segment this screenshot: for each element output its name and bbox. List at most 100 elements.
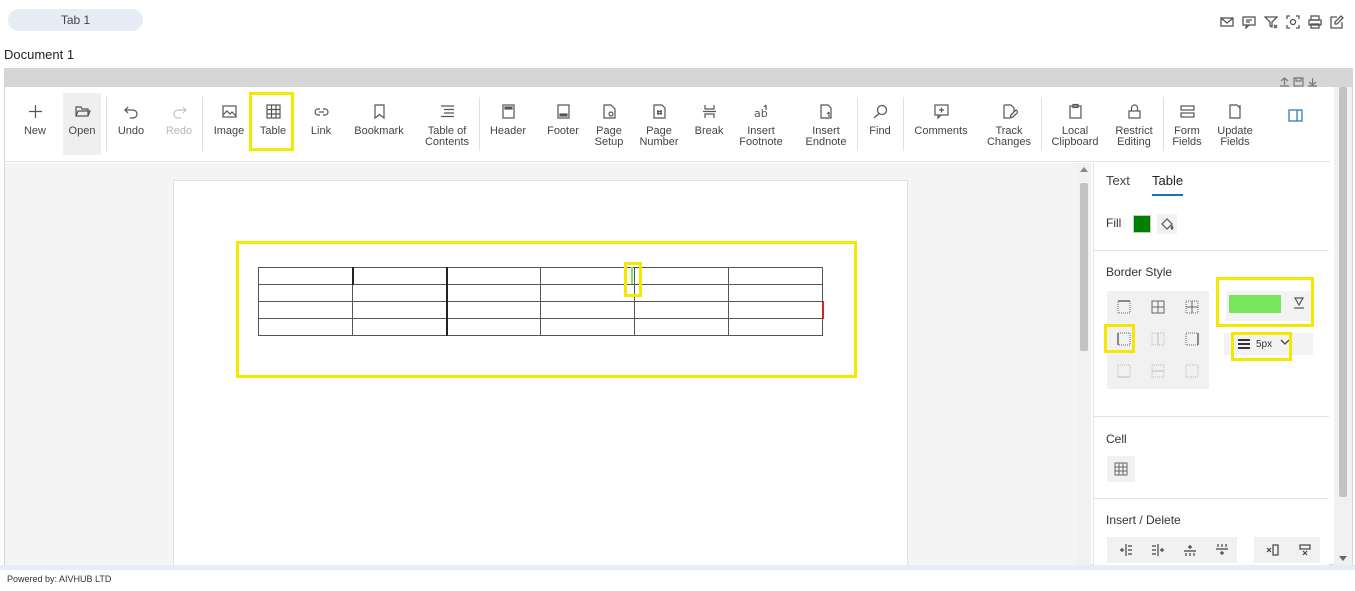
table-cell[interactable] [728, 301, 824, 319]
app-root: Tab 1 Document 1 New Open Undo Redo Imag… [0, 0, 1355, 591]
border-style-grid [1107, 291, 1209, 389]
table-cell[interactable] [352, 267, 448, 285]
table-button[interactable]: Table [255, 95, 291, 153]
properties-pane-toggle[interactable] [1283, 95, 1307, 153]
scrollbar-thumb[interactable] [1080, 183, 1088, 351]
table-cell[interactable] [446, 267, 541, 285]
undo-button[interactable]: Undo [113, 95, 149, 153]
scrollbar-thumb[interactable] [1339, 87, 1347, 497]
footer-button[interactable]: Footer [541, 95, 585, 153]
table-cell[interactable] [728, 284, 823, 302]
save-icon[interactable] [1293, 77, 1304, 87]
border-color-picker[interactable] [1226, 291, 1314, 321]
table-cell[interactable] [352, 301, 448, 319]
scroll-up-arrow-icon[interactable] [1080, 167, 1088, 172]
table-cell[interactable] [540, 267, 635, 285]
inside-horizontal-border-button[interactable] [1141, 355, 1175, 387]
all-borders-button[interactable] [1141, 291, 1175, 323]
filter-icon[interactable] [1263, 14, 1279, 30]
document-page[interactable] [173, 180, 908, 565]
insert-column-left-icon [1120, 544, 1132, 556]
print-icon[interactable] [1307, 14, 1323, 30]
table-cell[interactable] [352, 318, 448, 336]
fill-picker-button[interactable] [1157, 214, 1177, 234]
find-button[interactable]: Find [863, 95, 897, 153]
border-style-title: Border Style [1106, 265, 1173, 279]
table-cell[interactable] [446, 284, 541, 302]
insert-column-left-button[interactable] [1111, 537, 1141, 563]
mail-icon[interactable] [1219, 14, 1235, 30]
table-cell[interactable] [540, 318, 635, 336]
top-border-button[interactable] [1107, 291, 1141, 323]
inside-vertical-border-button[interactable] [1141, 323, 1175, 355]
tab-table[interactable]: Table [1152, 173, 1184, 196]
break-button[interactable]: Break [691, 95, 727, 153]
bottom-border-button[interactable] [1107, 355, 1141, 387]
upload-icon[interactable] [1279, 77, 1290, 87]
cell-options-button[interactable] [1107, 456, 1135, 482]
document-canvas[interactable] [5, 163, 1077, 565]
tab-text[interactable]: Text [1106, 173, 1130, 194]
table-cell[interactable] [634, 267, 729, 285]
insert-endnote-button[interactable]: Insert Endnote [801, 95, 851, 153]
comment-icon[interactable] [1241, 14, 1257, 30]
restrict-editing-button[interactable]: Restrict Editing [1109, 95, 1159, 153]
table-cell[interactable] [446, 301, 541, 319]
delete-column-button[interactable] [1258, 537, 1288, 563]
page-number-button[interactable]: Page Number [637, 95, 681, 153]
open-button[interactable]: Open [63, 93, 101, 155]
border-width-dropdown[interactable]: 5px [1224, 333, 1313, 355]
screenshot-icon[interactable] [1285, 14, 1301, 30]
table-of-contents-button[interactable]: Table of Contents [419, 95, 475, 153]
insert-row-above-button[interactable] [1175, 537, 1205, 563]
inside-borders-button[interactable] [1175, 291, 1209, 323]
no-border-button[interactable] [1175, 355, 1209, 387]
delete-row-button[interactable] [1290, 537, 1320, 563]
properties-pane: Text Table Fill Border Style 5px Cell In… [1093, 163, 1329, 565]
folder-open-icon [74, 105, 91, 117]
image-button[interactable]: Image [209, 95, 249, 153]
border-color-dropdown-button[interactable] [1292, 296, 1306, 315]
update-fields-button[interactable]: Update Fields [1213, 95, 1257, 153]
insert-footnote-button[interactable]: ab Insert Footnote [735, 95, 787, 153]
table-cell[interactable] [728, 318, 823, 336]
table-cell[interactable] [258, 267, 354, 285]
border-color-swatch[interactable] [1229, 295, 1281, 313]
form-fields-button[interactable]: Form Fields [1169, 95, 1205, 153]
comments-button[interactable]: Comments [911, 95, 971, 153]
link-button[interactable]: Link [303, 95, 339, 153]
left-border-button[interactable] [1107, 323, 1141, 355]
page-setup-button[interactable]: Page Setup [591, 95, 627, 153]
table-cell[interactable] [258, 301, 353, 319]
canvas-vertical-scrollbar[interactable] [1077, 163, 1091, 565]
redo-button[interactable]: Redo [161, 95, 197, 153]
table-cell[interactable] [634, 284, 729, 302]
table-cell[interactable] [258, 284, 353, 302]
track-changes-button[interactable]: Track Changes [983, 95, 1035, 153]
border-all-icon [1151, 300, 1165, 314]
table-cell[interactable] [258, 318, 353, 336]
endnote-icon [819, 103, 832, 119]
table-cell[interactable] [634, 301, 729, 319]
document-table[interactable] [258, 267, 824, 336]
download-icon[interactable] [1307, 77, 1318, 87]
scroll-down-arrow-icon[interactable] [1339, 556, 1347, 561]
insert-row-below-button[interactable] [1207, 537, 1237, 563]
tab-1[interactable]: Tab 1 [8, 9, 143, 31]
table-cell[interactable] [446, 318, 541, 336]
right-border-button[interactable] [1175, 323, 1209, 355]
table-cell[interactable] [634, 318, 729, 336]
header-button[interactable]: Header [485, 95, 531, 153]
new-button[interactable]: New [17, 95, 53, 153]
local-clipboard-button[interactable]: Local Clipboard [1047, 95, 1103, 153]
table-cell[interactable] [728, 267, 823, 285]
table-cell[interactable] [352, 284, 448, 302]
table-cell[interactable] [540, 284, 635, 302]
bookmark-button[interactable]: Bookmark [349, 95, 409, 153]
edit-icon[interactable] [1329, 14, 1345, 30]
table-cell[interactable] [540, 301, 635, 319]
insert-column-right-button[interactable] [1143, 537, 1173, 563]
fill-color-swatch[interactable] [1133, 215, 1151, 233]
plus-icon [28, 104, 42, 118]
pane-vertical-scrollbar[interactable] [1334, 87, 1352, 565]
